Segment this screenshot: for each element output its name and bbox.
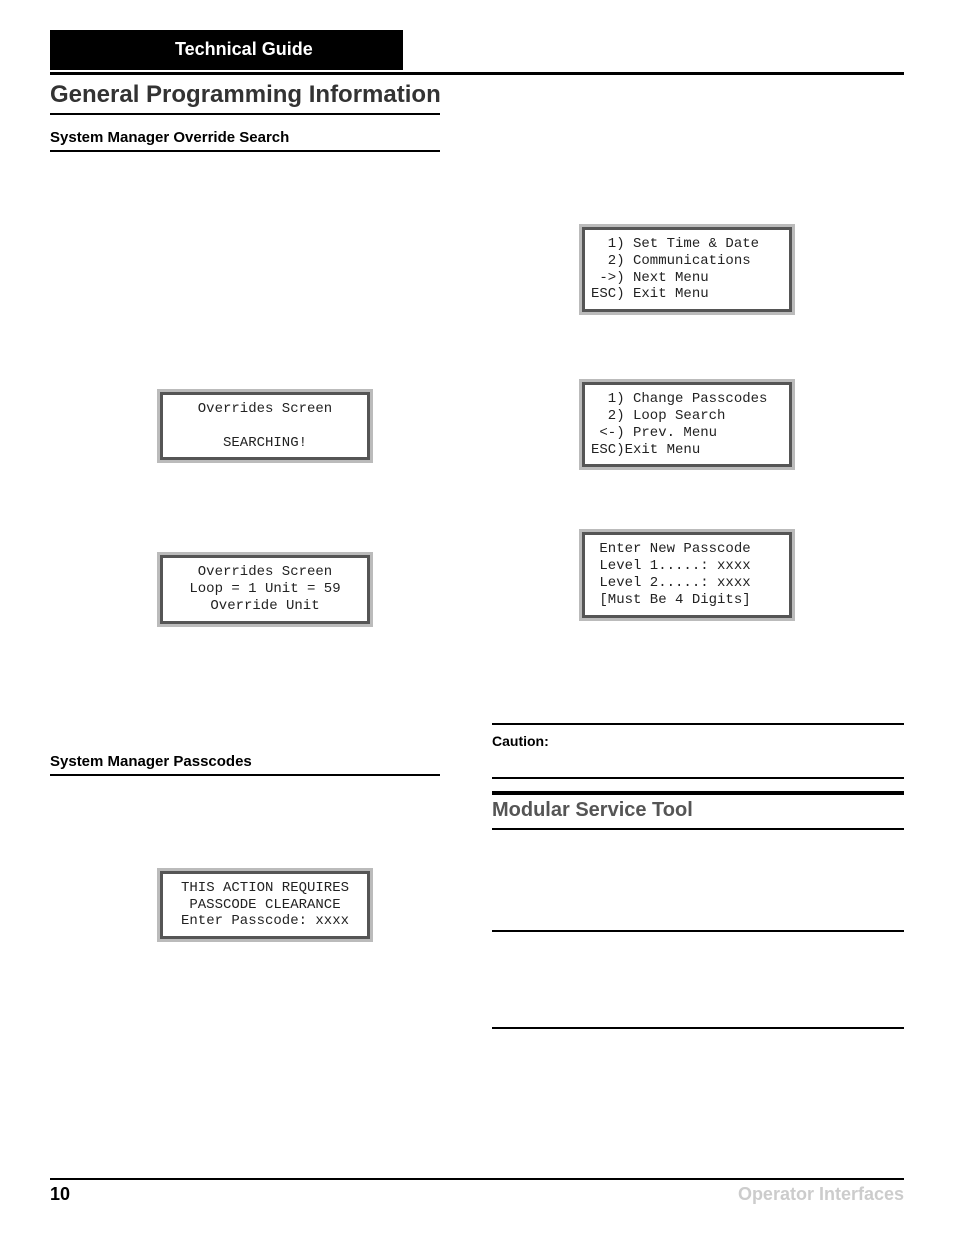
lcd-menu-1: 1) Set Time & Date 2) Communications ->)… (582, 227, 792, 312)
lcd-passcode-clearance: THIS ACTION REQUIRES PASSCODE CLEARANCE … (160, 871, 370, 939)
lcd-passcode-entry: Enter New Passcode Level 1.....: xxxx Le… (582, 532, 792, 617)
right-column: 1) Set Time & Date 2) Communications ->)… (492, 162, 904, 1029)
lcd-menu-2: 1) Change Passcodes 2) Loop Search <-) P… (582, 382, 792, 467)
page-title-rule (50, 113, 440, 115)
lcd-overrides-searching: Overrides Screen SEARCHING! (160, 392, 370, 460)
modular-service-tool-heading: Modular Service Tool (492, 799, 904, 822)
footer-right-label: Operator Interfaces (738, 1184, 904, 1205)
subheading-override-search: System Manager Override Search (50, 129, 904, 146)
caution-bottom-rule (492, 777, 904, 779)
lcd-overrides-unit: Overrides Screen Loop = 1 Unit = 59 Over… (160, 555, 370, 623)
two-column-layout: Overrides Screen SEARCHING! Overrides Sc… (50, 162, 904, 1029)
left-column: Overrides Screen SEARCHING! Overrides Sc… (50, 162, 462, 1029)
header-title: Technical Guide (165, 30, 403, 70)
page-footer: 10 Operator Interfaces (50, 1178, 904, 1205)
caution-label: Caution: (492, 733, 904, 749)
header-band: Technical Guide (50, 30, 904, 70)
mst-top-rule (492, 791, 904, 795)
subheading-passcodes: System Manager Passcodes (50, 753, 462, 770)
header-black-block (50, 30, 165, 70)
caution-top-rule (492, 723, 904, 725)
footer-rule (50, 1178, 904, 1180)
page-title: General Programming Information (50, 81, 904, 113)
header-rule (50, 72, 904, 75)
page-number: 10 (50, 1184, 70, 1205)
right-lower-rule (492, 1027, 904, 1029)
subheading-override-search-rule (50, 150, 440, 152)
